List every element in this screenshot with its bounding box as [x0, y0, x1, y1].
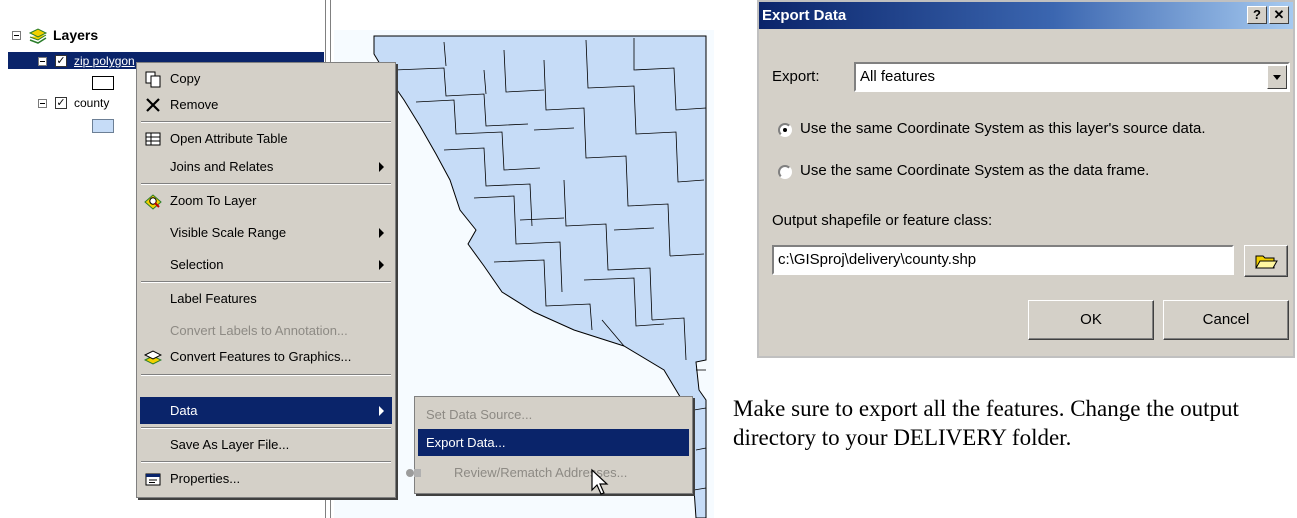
menu-separator — [141, 281, 391, 283]
dialog-titlebar[interactable]: Export Data ? ✕ — [759, 2, 1293, 29]
layer-context-menu: Copy Remove Open Attribute Table Joins a… — [136, 62, 396, 498]
menu-item-selection[interactable]: Selection — [140, 251, 392, 278]
ok-button[interactable]: OK — [1028, 300, 1154, 340]
menu-item-convert-features[interactable]: Convert Features to Graphics... — [140, 343, 392, 370]
zip-polygon-checkbox[interactable]: ✓ — [55, 55, 67, 67]
zip-polygon-label[interactable]: zip polygon — [74, 54, 135, 68]
menu-item-open-attribute-table[interactable]: Open Attribute Table — [140, 125, 392, 152]
browse-button[interactable] — [1244, 245, 1288, 277]
menu-item-label-features[interactable]: Label Features — [140, 285, 392, 312]
county-symbol[interactable] — [92, 119, 114, 133]
menu-item-visible-scale-range[interactable]: Visible Scale Range — [140, 219, 392, 246]
menu-item-save-as-layer-file[interactable]: Save As Layer File... — [140, 431, 392, 458]
submenu-arrow-icon — [379, 228, 384, 238]
menu-item-data[interactable]: Data — [140, 397, 392, 424]
zip-polygon-symbol[interactable] — [92, 76, 114, 90]
layers-icon — [28, 28, 48, 44]
submenu-arrow-icon — [379, 162, 384, 172]
export-data-dialog: Export Data ? ✕ Export: All features Use… — [757, 0, 1295, 358]
close-button[interactable]: ✕ — [1269, 6, 1289, 24]
dialog-title: Export Data — [762, 7, 847, 24]
layer-row-zip-polygon[interactable]: ✓ zip polygon — [38, 52, 135, 70]
radio-frame-coordinate-system[interactable] — [778, 165, 792, 179]
export-dropdown-value: All features — [860, 68, 936, 85]
review-rematch-icon — [406, 469, 421, 477]
output-path-field[interactable]: c:\GISproj\delivery\county.shp — [772, 245, 1234, 275]
table-icon — [145, 132, 161, 146]
convert-graphics-icon — [144, 350, 162, 365]
remove-x-icon — [146, 98, 160, 112]
data-submenu: Set Data Source... Export Data... Review… — [406, 396, 693, 494]
radio-source-coordinate-system[interactable] — [778, 123, 792, 137]
layer-row-county[interactable]: ✓ county — [38, 94, 109, 112]
option-source-label[interactable]: Use the same Coordinate System as this l… — [800, 120, 1206, 137]
export-dropdown[interactable]: All features — [854, 62, 1290, 92]
mouse-cursor-icon — [591, 468, 609, 495]
menu-item-copy[interactable]: Copy — [140, 65, 392, 92]
county-checkbox[interactable]: ✓ — [55, 97, 67, 109]
option-frame-label[interactable]: Use the same Coordinate System as the da… — [800, 162, 1149, 179]
open-folder-icon — [1255, 255, 1278, 269]
collapse-layers-icon[interactable] — [12, 30, 21, 40]
menu-item-remove[interactable]: Remove — [140, 91, 392, 118]
menu-item-joins-and-relates[interactable]: Joins and Relates — [140, 153, 392, 180]
output-label: Output shapefile or feature class: — [772, 212, 993, 229]
menu-separator — [141, 121, 391, 123]
chevron-down-icon[interactable] — [1267, 65, 1287, 89]
help-button[interactable]: ? — [1247, 6, 1267, 24]
menu-item-zoom-to-layer[interactable]: Zoom To Layer — [140, 187, 392, 214]
menu-separator — [141, 183, 391, 185]
collapse-zip-polygon-icon[interactable] — [38, 56, 47, 66]
submenu-item-set-data-source: Set Data Source... — [426, 407, 533, 422]
cancel-button[interactable]: Cancel — [1163, 300, 1289, 340]
menu-separator — [141, 374, 391, 376]
instruction-text: Make sure to export all the features. Ch… — [733, 396, 1239, 450]
layers-root-row[interactable]: Layers — [12, 26, 98, 44]
submenu-item-export-data[interactable]: Export Data... — [418, 429, 689, 456]
submenu-arrow-icon — [379, 406, 384, 416]
layers-root-label: Layers — [53, 27, 99, 43]
zoom-to-layer-icon — [144, 194, 162, 210]
collapse-county-icon[interactable] — [38, 98, 47, 108]
submenu-arrow-icon — [379, 260, 384, 270]
menu-separator — [141, 427, 391, 429]
copy-icon — [145, 71, 161, 88]
output-path-value: c:\GISproj\delivery\county.shp — [778, 251, 977, 268]
properties-icon — [145, 473, 161, 486]
export-label: Export: — [772, 68, 820, 85]
menu-separator — [141, 461, 391, 463]
menu-item-convert-labels: Convert Labels to Annotation... — [170, 323, 348, 338]
county-label[interactable]: county — [74, 96, 109, 110]
menu-item-properties[interactable]: Properties... — [140, 465, 392, 492]
submenu-item-review-rematch: Review/Rematch Addresses... — [406, 459, 689, 486]
